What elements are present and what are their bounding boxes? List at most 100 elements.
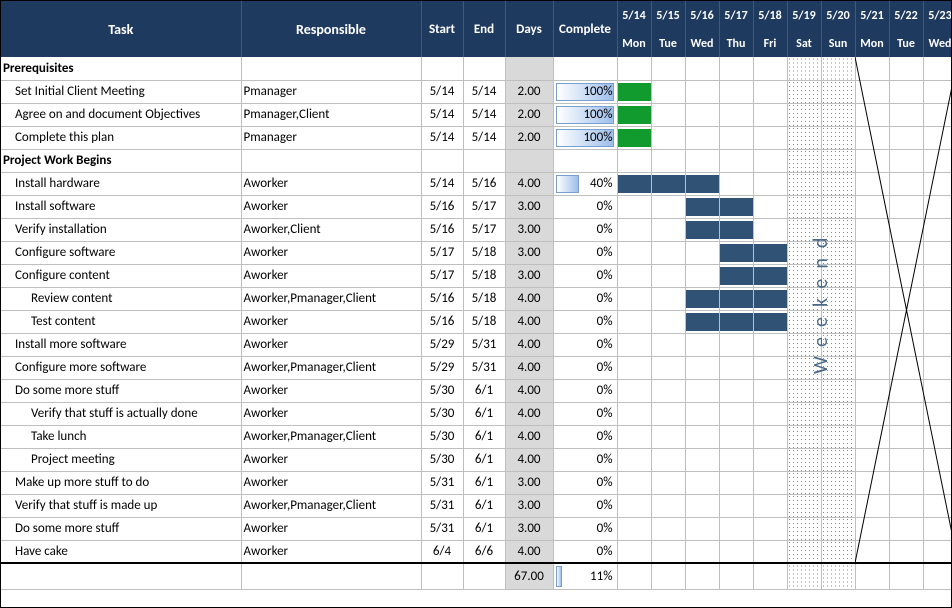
gantt-cell[interactable]	[889, 494, 923, 517]
gantt-cell[interactable]	[719, 310, 753, 333]
col-complete[interactable]: Complete	[553, 1, 617, 57]
gantt-cell[interactable]	[889, 172, 923, 195]
gantt-cell[interactable]	[821, 448, 855, 471]
date-header[interactable]: 5/21	[855, 1, 889, 31]
gantt-cell[interactable]	[821, 517, 855, 540]
gantt-cell[interactable]	[889, 540, 923, 563]
gantt-cell[interactable]	[821, 126, 855, 149]
gantt-cell[interactable]	[821, 103, 855, 126]
dow-header[interactable]: Wed	[685, 31, 719, 57]
gantt-cell[interactable]	[753, 310, 787, 333]
date-header[interactable]: 5/22	[889, 1, 923, 31]
gantt-cell[interactable]	[685, 172, 719, 195]
gantt-cell[interactable]	[923, 540, 952, 563]
gantt-cell[interactable]	[787, 494, 821, 517]
gantt-cell[interactable]	[821, 540, 855, 563]
gantt-cell[interactable]	[617, 448, 651, 471]
gantt-cell[interactable]	[685, 126, 719, 149]
gantt-cell[interactable]	[685, 241, 719, 264]
gantt-cell[interactable]	[753, 356, 787, 379]
gantt-cell[interactable]	[719, 540, 753, 563]
table-row[interactable]: Take lunch Aworker,Pmanager,Client 5/30 …	[1, 425, 952, 448]
table-row[interactable]: Verify installation Aworker,Client 5/16 …	[1, 218, 952, 241]
table-row[interactable]: Review content Aworker,Pmanager,Client 5…	[1, 287, 952, 310]
gantt-cell[interactable]	[821, 149, 855, 172]
gantt-cell[interactable]	[889, 333, 923, 356]
gantt-cell[interactable]	[787, 471, 821, 494]
gantt-cell[interactable]	[923, 471, 952, 494]
date-header[interactable]: 5/18	[753, 1, 787, 31]
dow-header[interactable]: Tue	[889, 31, 923, 57]
gantt-cell[interactable]	[889, 471, 923, 494]
table-row[interactable]: Install hardware Aworker 5/14 5/16 4.00 …	[1, 172, 952, 195]
gantt-cell[interactable]	[889, 218, 923, 241]
gantt-cell[interactable]	[651, 241, 685, 264]
gantt-cell[interactable]	[719, 287, 753, 310]
date-header[interactable]: 5/19	[787, 1, 821, 31]
gantt-cell[interactable]	[685, 448, 719, 471]
gantt-cell[interactable]	[719, 333, 753, 356]
gantt-cell[interactable]	[923, 264, 952, 287]
gantt-cell[interactable]	[617, 264, 651, 287]
gantt-cell[interactable]	[923, 195, 952, 218]
gantt-cell[interactable]	[923, 241, 952, 264]
gantt-cell[interactable]	[719, 57, 753, 80]
col-responsible[interactable]: Responsible	[241, 1, 421, 57]
gantt-cell[interactable]	[617, 494, 651, 517]
table-row[interactable]: Set Initial Client Meeting Pmanager 5/14…	[1, 80, 952, 103]
gantt-cell[interactable]	[685, 310, 719, 333]
gantt-cell[interactable]	[753, 149, 787, 172]
gantt-cell[interactable]	[821, 379, 855, 402]
gantt-cell[interactable]	[617, 402, 651, 425]
gantt-cell[interactable]	[617, 356, 651, 379]
gantt-cell[interactable]	[719, 264, 753, 287]
gantt-cell[interactable]	[923, 356, 952, 379]
gantt-cell[interactable]	[889, 287, 923, 310]
gantt-cell[interactable]	[651, 287, 685, 310]
gantt-cell[interactable]	[787, 241, 821, 264]
gantt-cell[interactable]	[685, 402, 719, 425]
gantt-cell[interactable]	[753, 471, 787, 494]
table-row[interactable]: Project meeting Aworker 5/30 6/1 4.00 0%	[1, 448, 952, 471]
gantt-cell[interactable]	[923, 310, 952, 333]
gantt-cell[interactable]	[855, 310, 889, 333]
gantt-cell[interactable]	[719, 494, 753, 517]
date-header[interactable]: 5/14	[617, 1, 651, 31]
gantt-cell[interactable]	[821, 218, 855, 241]
gantt-cell[interactable]	[719, 241, 753, 264]
gantt-cell[interactable]	[685, 264, 719, 287]
gantt-cell[interactable]	[889, 402, 923, 425]
gantt-cell[interactable]	[787, 448, 821, 471]
gantt-cell[interactable]	[651, 448, 685, 471]
gantt-cell[interactable]	[889, 80, 923, 103]
dow-header[interactable]: Sun	[821, 31, 855, 57]
gantt-cell[interactable]	[787, 80, 821, 103]
gantt-cell[interactable]	[787, 287, 821, 310]
gantt-cell[interactable]	[821, 356, 855, 379]
gantt-cell[interactable]	[889, 563, 923, 589]
gantt-cell[interactable]	[685, 103, 719, 126]
gantt-cell[interactable]	[719, 448, 753, 471]
gantt-cell[interactable]	[855, 264, 889, 287]
gantt-cell[interactable]	[787, 195, 821, 218]
dow-header[interactable]: Sat	[787, 31, 821, 57]
gantt-cell[interactable]	[651, 563, 685, 589]
gantt-cell[interactable]	[821, 494, 855, 517]
gantt-cell[interactable]	[753, 287, 787, 310]
table-row[interactable]: Agree on and document Objectives Pmanage…	[1, 103, 952, 126]
gantt-cell[interactable]	[617, 425, 651, 448]
gantt-cell[interactable]	[889, 57, 923, 80]
gantt-cell[interactable]	[923, 333, 952, 356]
gantt-cell[interactable]	[821, 80, 855, 103]
gantt-cell[interactable]	[923, 448, 952, 471]
gantt-cell[interactable]	[821, 310, 855, 333]
gantt-cell[interactable]	[753, 563, 787, 589]
gantt-cell[interactable]	[855, 448, 889, 471]
gantt-cell[interactable]	[617, 103, 651, 126]
gantt-cell[interactable]	[753, 402, 787, 425]
gantt-cell[interactable]	[617, 540, 651, 563]
gantt-cell[interactable]	[753, 126, 787, 149]
gantt-cell[interactable]	[821, 471, 855, 494]
table-row[interactable]: Install more software Aworker 5/29 5/31 …	[1, 333, 952, 356]
gantt-cell[interactable]	[719, 402, 753, 425]
